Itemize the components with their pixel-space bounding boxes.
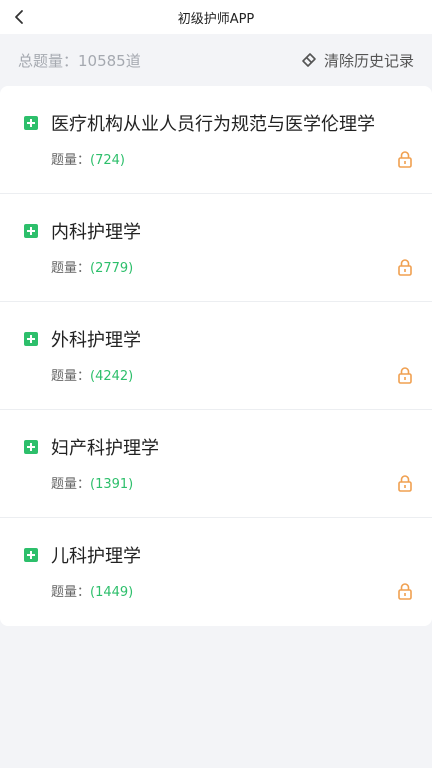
- lock-icon[interactable]: [397, 366, 413, 384]
- count-value: (4242): [90, 369, 134, 384]
- list-item[interactable]: 儿科护理学 题量：(1449): [0, 518, 432, 626]
- lock-icon[interactable]: [397, 474, 413, 492]
- count-value: (724): [90, 153, 125, 168]
- question-count: 题量：(724): [51, 149, 125, 168]
- count-label: 题量：: [51, 153, 91, 168]
- list-item[interactable]: 内科护理学 题量：(2779): [0, 194, 432, 302]
- lock-icon[interactable]: [397, 150, 413, 168]
- lock-icon[interactable]: [397, 582, 413, 600]
- plus-square-icon: [24, 116, 38, 130]
- count-label: 题量：: [51, 477, 91, 492]
- subject-name: 内科护理学: [51, 222, 141, 243]
- lock-icon[interactable]: [397, 258, 413, 276]
- plus-square-icon: [24, 332, 38, 346]
- question-count: 题量：(1449): [51, 581, 133, 600]
- count-label: 题量：: [51, 369, 91, 384]
- subject-name: 外科护理学: [51, 330, 141, 351]
- count-value: (2779): [90, 261, 134, 276]
- question-count: 题量：(2779): [51, 257, 133, 276]
- subject-list: 医疗机构从业人员行为规范与医学伦理学 题量：(724) 内科护理学 题量：(27…: [0, 86, 432, 626]
- subject-name: 儿科护理学: [51, 546, 141, 567]
- question-count: 题量：(4242): [51, 365, 133, 384]
- count-value: (1449): [90, 585, 134, 600]
- eraser-icon: [302, 53, 316, 67]
- plus-square-icon: [24, 548, 38, 562]
- subject-name: 医疗机构从业人员行为规范与医学伦理学: [51, 114, 375, 135]
- clear-history-label: 清除历史记录: [323, 51, 414, 70]
- list-item[interactable]: 妇产科护理学 题量：(1391): [0, 410, 432, 518]
- total-question-count: 总题量：10585道: [18, 51, 141, 70]
- plus-square-icon: [24, 440, 38, 454]
- question-count: 题量：(1391): [51, 473, 133, 492]
- clear-history-button[interactable]: 清除历史记录: [300, 50, 414, 71]
- count-label: 题量：: [51, 261, 91, 276]
- page-title: 初级护师APP: [177, 11, 255, 27]
- back-button[interactable]: [8, 6, 30, 28]
- count-label: 题量：: [51, 585, 91, 600]
- list-item[interactable]: 外科护理学 题量：(4242): [0, 302, 432, 410]
- plus-square-icon: [24, 224, 38, 238]
- top-nav-bar: 初级护师APP: [0, 0, 432, 34]
- subject-name: 妇产科护理学: [51, 438, 159, 459]
- summary-bar: 总题量：10585道 清除历史记录: [0, 34, 432, 86]
- list-item[interactable]: 医疗机构从业人员行为规范与医学伦理学 题量：(724): [0, 86, 432, 194]
- back-arrow-icon: [15, 10, 23, 24]
- count-value: (1391): [90, 477, 134, 492]
